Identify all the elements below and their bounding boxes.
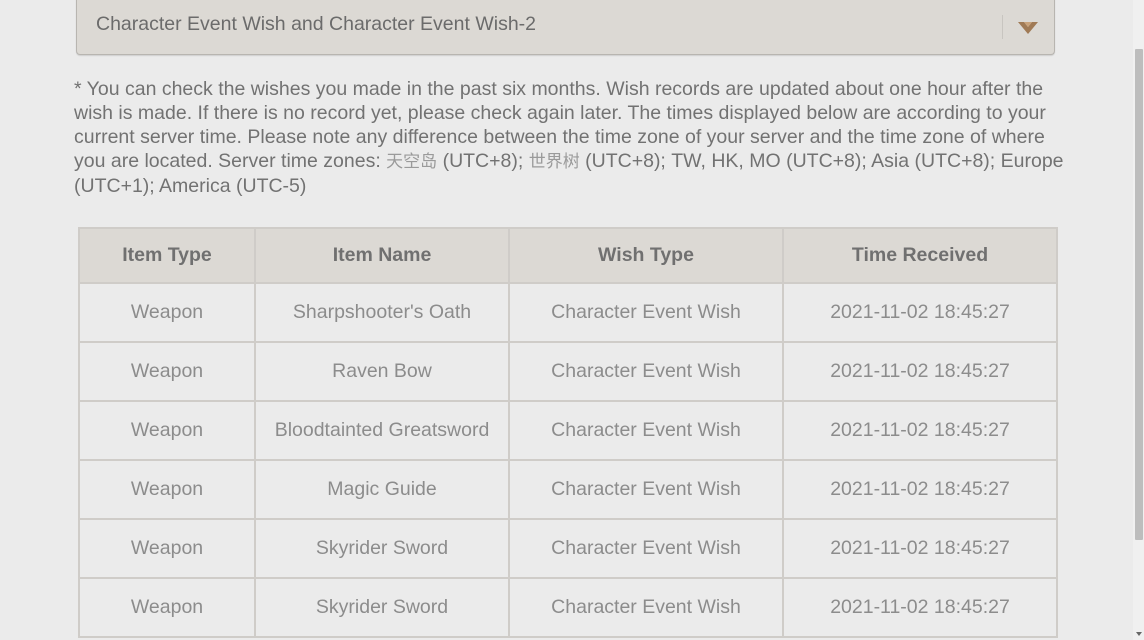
cell-wish-type: Character Event Wish — [508, 282, 784, 343]
cell-item-name: Bloodtainted Greatsword — [254, 400, 510, 461]
cell-wish-type: Character Event Wish — [508, 459, 784, 520]
wish-history-page: Character Event Wish and Character Event… — [0, 0, 1144, 640]
cell-item-type: Weapon — [78, 400, 256, 461]
table-row: Weapon Raven Bow Character Event Wish 20… — [78, 341, 1058, 402]
cell-wish-type: Character Event Wish — [508, 400, 784, 461]
cell-item-type: Weapon — [78, 577, 256, 638]
header-item-type: Item Type — [78, 227, 256, 284]
table-row: Weapon Sharpshooter's Oath Character Eve… — [78, 282, 1058, 343]
header-wish-type: Wish Type — [508, 227, 784, 284]
scrollbar-thumb[interactable] — [1135, 49, 1143, 540]
cell-item-name: Skyrider Sword — [254, 518, 510, 579]
chevron-down-icon[interactable] — [1017, 20, 1039, 36]
cell-item-name: Raven Bow — [254, 341, 510, 402]
cell-time-received: 2021-11-02 18:45:27 — [782, 459, 1058, 520]
wish-type-select-value: Character Event Wish and Character Event… — [96, 13, 537, 35]
select-divider — [1002, 15, 1003, 39]
table-row: Weapon Bloodtainted Greatsword Character… — [78, 400, 1058, 461]
header-item-name: Item Name — [254, 227, 510, 284]
cell-wish-type: Character Event Wish — [508, 341, 784, 402]
table-header-row: Item Type Item Name Wish Type Time Recei… — [78, 227, 1058, 284]
cell-item-type: Weapon — [78, 518, 256, 579]
cell-time-received: 2021-11-02 18:45:27 — [782, 341, 1058, 402]
cell-item-name: Magic Guide — [254, 459, 510, 520]
header-time-received: Time Received — [782, 227, 1058, 284]
cell-time-received: 2021-11-02 18:45:27 — [782, 282, 1058, 343]
notice-text: (UTC+8); — [437, 150, 529, 172]
cell-item-type: Weapon — [78, 282, 256, 343]
wish-type-select[interactable]: Character Event Wish and Character Event… — [76, 0, 1055, 55]
table-row: Weapon Magic Guide Character Event Wish … — [78, 459, 1058, 520]
scroll-down-arrow-icon[interactable] — [1136, 632, 1142, 636]
cell-time-received: 2021-11-02 18:45:27 — [782, 577, 1058, 638]
cell-item-name: Skyrider Sword — [254, 577, 510, 638]
cell-wish-type: Character Event Wish — [508, 518, 784, 579]
cell-time-received: 2021-11-02 18:45:27 — [782, 518, 1058, 579]
cell-item-type: Weapon — [78, 341, 256, 402]
wish-record-notice: * You can check the wishes you made in t… — [74, 77, 1064, 198]
table-row: Weapon Skyrider Sword Character Event Wi… — [78, 518, 1058, 579]
cell-item-name: Sharpshooter's Oath — [254, 282, 510, 343]
server-name-celestia: 天空岛 — [386, 152, 438, 172]
cell-time-received: 2021-11-02 18:45:27 — [782, 400, 1058, 461]
wish-records-table: Item Type Item Name Wish Type Time Recei… — [78, 227, 1058, 638]
table-row: Weapon Skyrider Sword Character Event Wi… — [78, 577, 1058, 638]
cell-wish-type: Character Event Wish — [508, 577, 784, 638]
cell-item-type: Weapon — [78, 459, 256, 520]
server-name-irminsul: 世界树 — [528, 152, 580, 172]
